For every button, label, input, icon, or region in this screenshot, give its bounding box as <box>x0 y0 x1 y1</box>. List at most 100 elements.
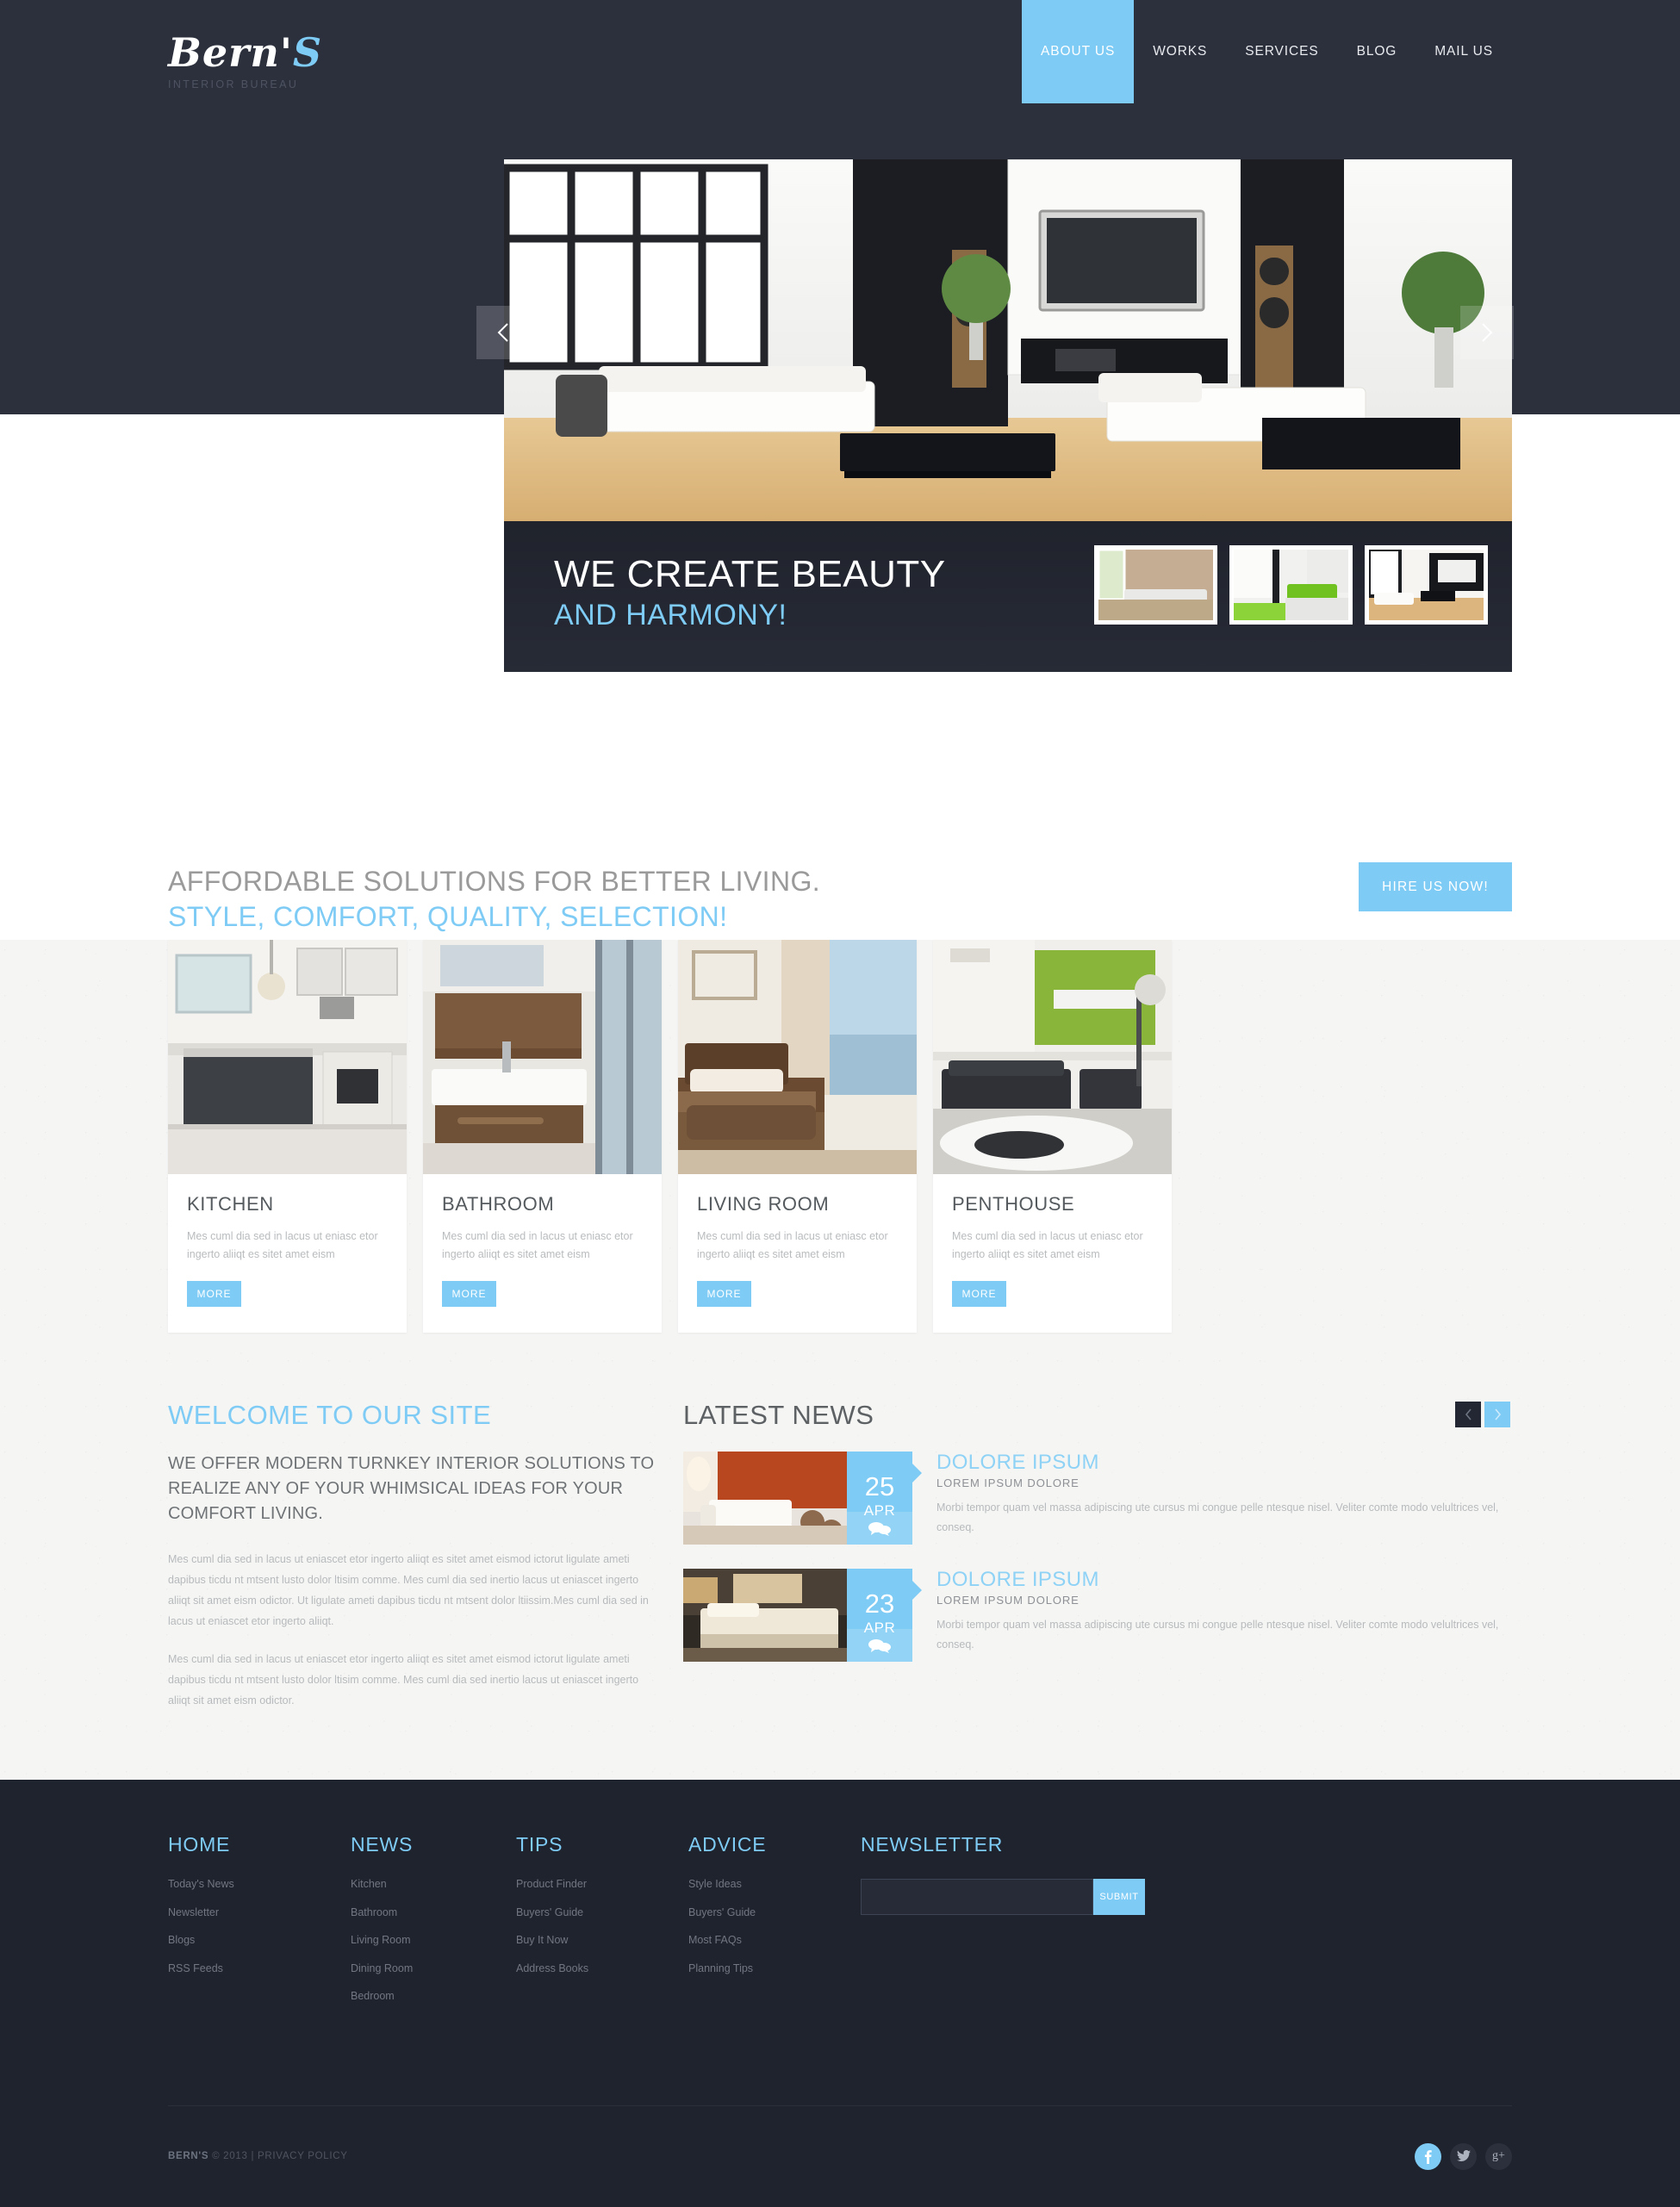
news-item-subtitle: LOREM IPSUM DOLORE <box>936 1477 1080 1490</box>
social-links: g+ <box>1415 2142 1512 2170</box>
service-card-text: Mes cuml dia sed in lacus ut eniasc etor… <box>187 1230 378 1260</box>
footer-column-home: HOME Today's News Newsletter Blogs RSS Feeds <box>168 1833 351 2019</box>
news-next-button[interactable] <box>1484 1402 1510 1427</box>
footer-link[interactable]: Most FAQs <box>688 1935 861 1946</box>
comment-bubble-icon <box>868 1521 891 1536</box>
news-item-text: Morbi tempor quam vel massa adipiscing u… <box>936 1501 1499 1534</box>
latest-news-title: LATEST NEWS <box>683 1400 874 1430</box>
twitter-icon[interactable] <box>1450 2142 1477 2170</box>
footer-link[interactable]: Buy It Now <box>516 1935 688 1946</box>
copyright: BERN'S © 2013 | PRIVACY POLICY <box>168 2151 348 2161</box>
footer-column-heading: ADVICE <box>688 1833 767 1856</box>
facebook-icon[interactable] <box>1415 2142 1441 2170</box>
news-pagination <box>1455 1402 1510 1427</box>
footer-link-columns: HOME Today's News Newsletter Blogs RSS Feeds… <box>168 1833 1512 2019</box>
news-item-title[interactable]: DOLORE IPSUM <box>936 1569 1510 1590</box>
service-card-image <box>168 940 407 1174</box>
service-card-more-button[interactable]: MORE <box>442 1281 496 1307</box>
service-card-text: Mes cuml dia sed in lacus ut eniasc etor… <box>952 1230 1143 1260</box>
news-item: 23 APR DOLORE IPSUM LOREM IPSUM DOLORE Morbi… <box>683 1569 1510 1662</box>
site-header: Bern'S INTERIOR BUREAU ABOUT US WORKS SERV… <box>0 0 1680 151</box>
service-card-text: Mes cuml dia sed in lacus ut eniasc etor… <box>442 1230 633 1260</box>
welcome-title: WELCOME TO OUR SITE <box>168 1400 492 1430</box>
service-card: KITCHEN Mes cuml dia sed in lacus ut enia… <box>168 940 407 1333</box>
service-card-image <box>423 940 662 1174</box>
welcome-paragraph-2: Mes cuml dia sed in lacus ut eniascet et… <box>168 1653 639 1707</box>
logo[interactable]: Bern'S INTERIOR BUREAU <box>168 33 322 90</box>
footer-link[interactable]: Buyers' Guide <box>516 1906 688 1918</box>
service-card-more-button[interactable]: MORE <box>187 1281 241 1307</box>
news-prev-button[interactable] <box>1455 1402 1481 1427</box>
welcome-paragraph-1: Mes cuml dia sed in lacus ut eniascet et… <box>168 1553 649 1627</box>
footer-link[interactable]: Newsletter <box>168 1906 351 1918</box>
newsletter-email-input[interactable] <box>861 1879 1093 1915</box>
footer-link[interactable]: Dining Room <box>351 1962 516 1974</box>
footer-link[interactable]: Blogs <box>168 1935 351 1946</box>
nav-item-services[interactable]: SERVICES <box>1226 0 1337 103</box>
tagline-line2: STYLE, COMFORT, QUALITY, SELECTION! <box>168 900 728 932</box>
footer-link[interactable]: RSS Feeds <box>168 1962 351 1974</box>
latest-news-section: LATEST NEWS 25 APR DOLORE IPSUM LOREM IPSUM… <box>683 1400 1510 1728</box>
footer-column-heading: NEWS <box>351 1833 414 1856</box>
tagline-line1: AFFORDABLE SOLUTIONS FOR BETTER LIVING. <box>168 866 821 897</box>
footer-link-list: Kitchen Bathroom Living Room Dining Room Bed… <box>351 1879 516 2002</box>
news-item-date: 25 APR <box>847 1452 922 1545</box>
service-card-title: LIVING ROOM <box>697 1193 830 1215</box>
nav-item-works[interactable]: WORKS <box>1134 0 1226 103</box>
copyright-brand: BERN'S <box>168 2151 209 2161</box>
footer-link[interactable]: Kitchen <box>351 1879 516 1890</box>
news-item-title[interactable]: DOLORE IPSUM <box>936 1452 1510 1473</box>
news-item-date: 23 APR <box>847 1569 922 1662</box>
service-card-text: Mes cuml dia sed in lacus ut eniasc etor… <box>697 1230 888 1260</box>
logo-accent-text: S <box>292 29 323 76</box>
chevron-left-icon <box>497 323 508 342</box>
nav-item-mail-us[interactable]: MAIL US <box>1416 0 1512 103</box>
logo-text: Bern'S <box>168 33 322 72</box>
facebook-glyph <box>1424 2149 1432 2164</box>
footer-link[interactable]: Today's News <box>168 1879 351 1890</box>
service-card-more-button[interactable]: MORE <box>952 1281 1006 1307</box>
service-card: PENTHOUSE Mes cuml dia sed in lacus ut en… <box>933 940 1172 1333</box>
news-item-text: Morbi tempor quam vel massa adipiscing u… <box>936 1619 1499 1651</box>
site-footer: HOME Today's News Newsletter Blogs RSS Feeds… <box>0 1780 1680 2207</box>
nav-item-about-us[interactable]: ABOUT US <box>1022 0 1135 103</box>
footer-link[interactable]: Bathroom <box>351 1906 516 1918</box>
news-item-image <box>683 1569 847 1662</box>
footer-link[interactable]: Planning Tips <box>688 1962 861 1974</box>
footer-link-list: Today's News Newsletter Blogs RSS Feeds <box>168 1879 351 1974</box>
footer-column-advice: ADVICE Style Ideas Buyers' Guide Most FAQs P… <box>688 1833 861 2019</box>
googleplus-icon[interactable]: g+ <box>1485 2142 1512 2170</box>
service-card: BATHROOM Mes cuml dia sed in lacus ut eni… <box>423 940 662 1333</box>
footer-link[interactable]: Product Finder <box>516 1879 688 1890</box>
news-item-list: 25 APR DOLORE IPSUM LOREM IPSUM DOLORE Morbi… <box>683 1452 1510 1662</box>
newsletter-heading: NEWSLETTER <box>861 1833 1004 1856</box>
hero-next-button[interactable] <box>1460 306 1514 359</box>
footer-link[interactable]: Address Books <box>516 1962 688 1974</box>
hire-us-button[interactable]: HIRE US NOW! <box>1359 862 1512 911</box>
footer-column-heading: TIPS <box>516 1833 563 1856</box>
footer-link[interactable]: Buyers' Guide <box>688 1906 861 1918</box>
chevron-left-icon <box>1465 1408 1472 1421</box>
service-card-title: BATHROOM <box>442 1193 555 1215</box>
main-content-area: KITCHEN Mes cuml dia sed in lacus ut enia… <box>0 940 1680 1780</box>
service-card-more-button[interactable]: MORE <box>697 1281 751 1307</box>
main-nav: ABOUT US WORKS SERVICES BLOG MAIL US <box>1022 0 1512 103</box>
nav-item-blog[interactable]: BLOG <box>1338 0 1416 103</box>
twitter-bird-glyph <box>1456 2150 1471 2162</box>
service-card-title: KITCHEN <box>187 1193 274 1215</box>
service-card-list: KITCHEN Mes cuml dia sed in lacus ut enia… <box>168 940 1512 1333</box>
news-item-day: 23 <box>864 1588 895 1619</box>
footer-column-news: NEWS Kitchen Bathroom Living Room Dining Roo… <box>351 1833 516 2019</box>
hero-prev-button[interactable] <box>476 306 530 359</box>
footer-link[interactable]: Style Ideas <box>688 1879 861 1890</box>
footer-link[interactable]: Bedroom <box>351 1991 516 2002</box>
footer-link[interactable]: Living Room <box>351 1935 516 1946</box>
footer-link-list: Style Ideas Buyers' Guide Most FAQs Plannin… <box>688 1879 861 1974</box>
comment-bubble-icon <box>868 1638 891 1653</box>
newsletter-submit-button[interactable]: SUBMIT <box>1093 1879 1145 1915</box>
news-comment-button[interactable] <box>847 1512 912 1545</box>
service-card: LIVING ROOM Mes cuml dia sed in lacus ut … <box>678 940 917 1333</box>
chevron-right-icon <box>1494 1408 1501 1421</box>
news-comment-button[interactable] <box>847 1629 912 1662</box>
footer-link-list: Product Finder Buyers' Guide Buy It Now Add… <box>516 1879 688 1974</box>
